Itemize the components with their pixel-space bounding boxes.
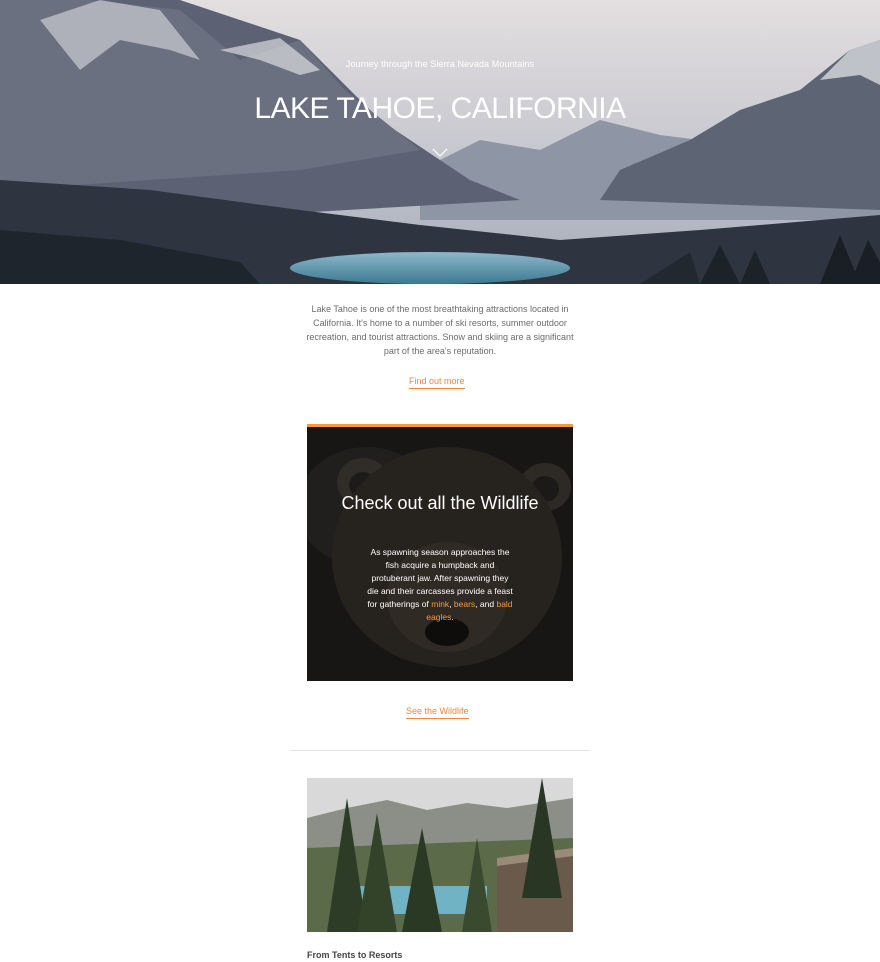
page-title: LAKE TAHOE, CALIFORNIA	[254, 92, 626, 125]
hero-banner: Journey through the Sierra Nevada Mounta…	[0, 0, 880, 284]
mountain-lake-image	[0, 0, 880, 284]
resort-photo	[307, 778, 573, 932]
section-divider	[290, 750, 590, 751]
intro-text: Lake Tahoe is one of the most breathtaki…	[306, 304, 574, 356]
find-out-more-link[interactable]: Find out more	[409, 376, 465, 389]
chevron-down-icon[interactable]	[432, 148, 448, 158]
resort-image	[307, 778, 573, 932]
wildlife-text: As spawning season approaches the fish a…	[367, 546, 513, 624]
wildlife-title: Check out all the Wildlife	[341, 493, 539, 513]
see-wildlife-link[interactable]: See the Wildlife	[406, 706, 469, 719]
animal-highlight-bears: bears	[453, 599, 476, 609]
separator: , and	[475, 599, 497, 609]
sentence-end: .	[451, 612, 454, 622]
hero-kicker: Journey through the Sierra Nevada Mounta…	[345, 59, 535, 69]
resorts-caption: From Tents to Resorts	[307, 950, 403, 960]
wildlife-card: Check out all the Wildlife As spawning s…	[307, 424, 573, 681]
animal-highlight-mink: mink	[431, 599, 450, 609]
